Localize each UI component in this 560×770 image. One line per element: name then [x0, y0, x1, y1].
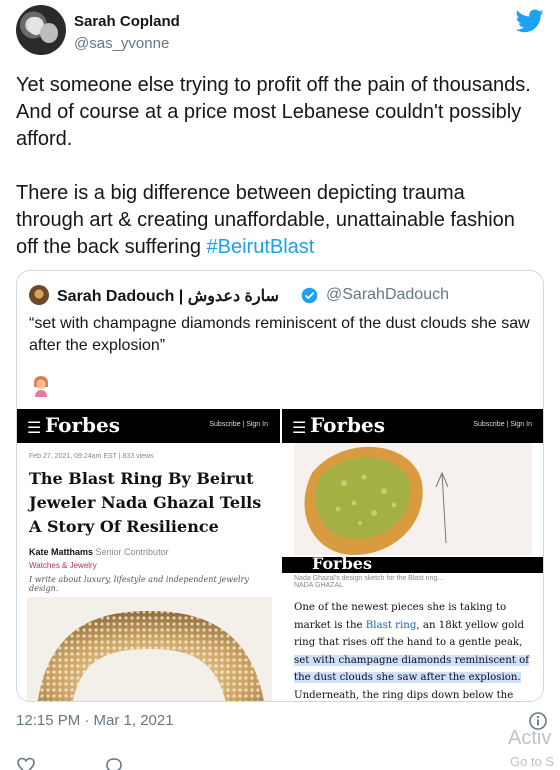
woman-facepalming-emoji-icon: [34, 376, 48, 397]
quoted-text: “set with champagne diamonds reminiscent…: [29, 315, 530, 354]
tweet-text: Yet someone else trying to profit off th…: [16, 72, 536, 261]
highlighted-text: set with champagne diamonds reminiscent …: [294, 654, 529, 683]
ring-sketch-image: [294, 443, 532, 555]
blast-ring-link[interactable]: Blast ring: [366, 620, 417, 631]
article-category: Watches & Jewelry: [29, 561, 97, 570]
forbes-navbar: ☰ Forbes Subscribe | Sign In: [282, 409, 543, 443]
article-author-name: Kate Matthams: [29, 547, 94, 557]
image-caption-text: Nada Ghazal's design sketch for the Blas…: [294, 575, 445, 582]
quoted-author-handle[interactable]: @SarahDadouch: [326, 286, 449, 304]
menu-icon: ☰: [27, 420, 42, 437]
avatar-face: [40, 23, 58, 43]
quoted-header: Sarah Dadouch | سارة دعدوش @SarahDadouch: [29, 285, 539, 307]
quoted-author-name[interactable]: Sarah Dadouch | سارة دعدوش: [57, 286, 279, 306]
ring-illustration: [38, 611, 264, 701]
subscribe-link: Subscribe | Sign In: [209, 421, 268, 428]
forbes-logo: Forbes: [45, 413, 120, 437]
article-meta: Feb 27, 2021, 09:24am EST | 833 views: [29, 453, 154, 460]
like-icon[interactable]: [16, 756, 36, 770]
twitter-bird-icon[interactable]: [516, 9, 544, 33]
article-author-role: Senior Contributor: [95, 547, 169, 557]
forbes-logo: Forbes: [310, 413, 385, 437]
article-title: The Blast Ring By Beirut Jeweler Nada Gh…: [29, 469, 262, 536]
forbes-screenshot-left[interactable]: ☰ Forbes Subscribe | Sign In Feb 27, 202…: [17, 409, 280, 701]
author-name[interactable]: Sarah Copland: [74, 13, 180, 30]
forbes-sticky-bar: Forbes: [282, 557, 543, 573]
forbes-navbar: ☰ Forbes Subscribe | Sign In: [17, 409, 280, 443]
forbes-screenshot-right[interactable]: ☰ Forbes Subscribe | Sign In Forbes Nada…: [282, 409, 543, 701]
quoted-avatar[interactable]: [29, 285, 49, 305]
article-body: One of the newest pieces she is taking t…: [294, 599, 534, 701]
article-author-bio: I write about luxury, lifestyle and inde…: [29, 575, 249, 593]
tweet-body: Yet someone else trying to profit off th…: [16, 74, 531, 258]
quoted-tweet[interactable]: Sarah Dadouch | سارة دعدوش @SarahDadouch…: [16, 270, 544, 702]
article-author: Kate Matthams Senior Contributor: [29, 547, 169, 557]
tweet-timestamp[interactable]: 12:15 PM · Mar 1, 2021: [16, 712, 174, 729]
image-caption: Nada Ghazal's design sketch for the Blas…: [294, 575, 444, 589]
author-handle[interactable]: @sas_yvonne: [74, 35, 169, 52]
avatar[interactable]: [16, 5, 66, 55]
tweet-actions: [16, 756, 376, 770]
verified-badge-icon: [301, 287, 318, 304]
reply-icon[interactable]: [104, 756, 124, 770]
activation-watermark: Activ: [508, 727, 552, 749]
menu-icon: ☰: [292, 420, 307, 437]
hashtag-link[interactable]: #BeirutBlast: [207, 236, 315, 258]
ring-photo: [27, 597, 272, 701]
image-caption-credit: NADA GHAZAL: [294, 582, 344, 589]
activation-watermark-sub: Go to S: [510, 754, 555, 769]
tweet-header: Sarah Copland @sas_yvonne: [16, 5, 546, 61]
article-body-part: Underneath, the ring dips down below the…: [294, 689, 514, 701]
ring-sketch-illustration: [304, 446, 449, 555]
forbes-logo-partial: Forbes: [312, 557, 372, 573]
subscribe-link: Subscribe | Sign In: [473, 421, 532, 428]
